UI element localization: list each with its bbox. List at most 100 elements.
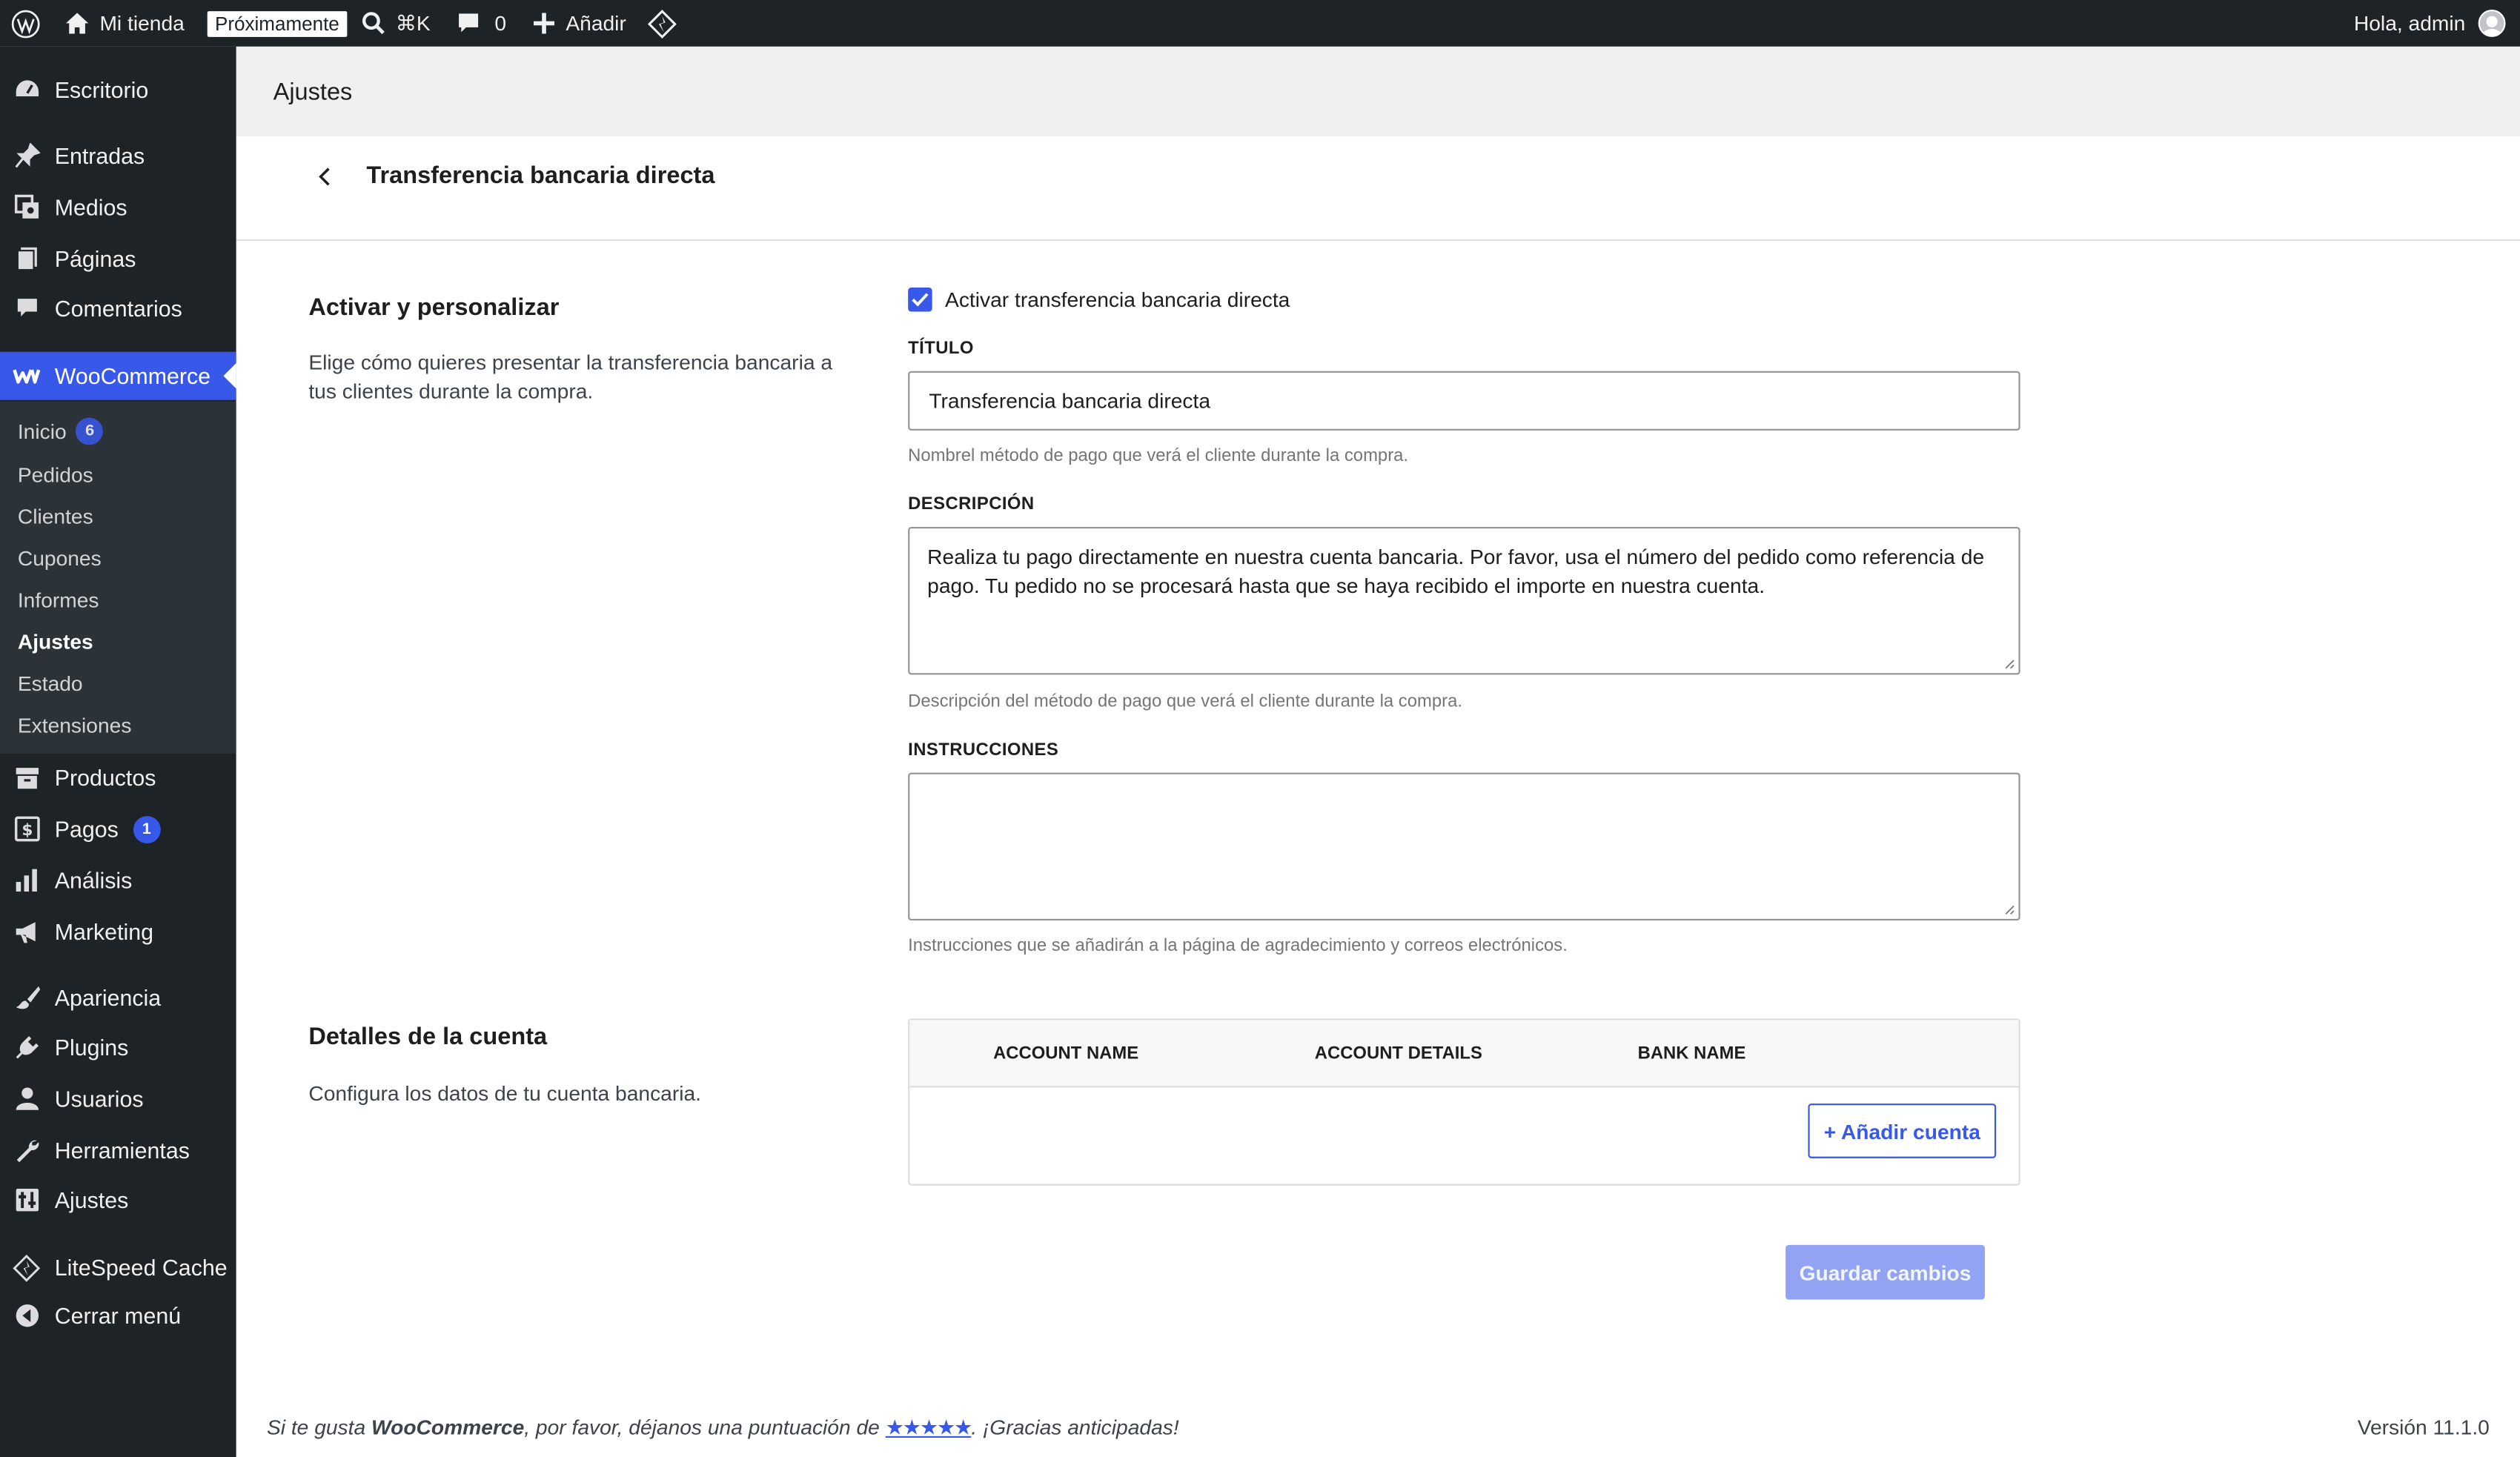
menu-item-marketing[interactable]: Marketing <box>0 908 236 956</box>
menu-item-medios[interactable]: Medios <box>0 183 236 231</box>
menu-label: Escritorio <box>54 77 149 103</box>
footer-brand: WooCommerce <box>371 1415 525 1440</box>
menu-label: Medios <box>54 194 127 220</box>
rating-stars-link[interactable]: ★★★★★ <box>886 1415 973 1440</box>
menu-item-comentarios[interactable]: Comentarios <box>0 285 236 333</box>
menu-item-woocommerce[interactable]: WooCommerce <box>0 351 236 400</box>
greeting: Hola, admin <box>2353 11 2466 36</box>
menu-item-pagos[interactable]: $ Pagos 1 <box>0 805 236 853</box>
brush-icon <box>13 984 40 1012</box>
enable-checkbox[interactable] <box>908 288 932 312</box>
menu-label: Productos <box>54 764 156 791</box>
submenu-label: Clientes <box>17 504 93 529</box>
enable-checkbox-row[interactable]: Activar transferencia bancaria directa <box>908 288 1290 312</box>
submenu-item-inicio[interactable]: Inicio 6 <box>17 417 104 445</box>
submenu-label: Inicio <box>17 419 67 444</box>
avatar <box>2478 10 2506 37</box>
menu-item-usuarios[interactable]: Usuarios <box>0 1075 236 1123</box>
plus-icon <box>533 13 555 34</box>
description-field-label: DESCRIPCIÓN <box>908 494 1035 514</box>
submenu-item-pedidos[interactable]: Pedidos <box>18 462 93 487</box>
settings-main: Activar y personalizar Elige cómo quiere… <box>236 241 2520 1457</box>
submenu-item-extensiones[interactable]: Extensiones <box>18 713 132 737</box>
menu-item-ajustes[interactable]: Ajustes <box>0 1176 236 1224</box>
resize-handle-icon[interactable] <box>2004 659 2015 670</box>
section-description-account: Configura los datos de tu cuenta bancari… <box>308 1081 702 1106</box>
notification-badge: 1 <box>133 815 161 843</box>
chevron-left-icon <box>319 167 330 186</box>
menu-item-plugins[interactable]: Plugins <box>0 1023 236 1072</box>
submenu-item-ajustes[interactable]: Ajustes <box>18 630 93 654</box>
submenu-item-clientes[interactable]: Clientes <box>18 505 93 529</box>
submenu-label: Cupones <box>17 545 102 571</box>
menu-item-paginas[interactable]: Páginas <box>0 234 236 282</box>
wrench-icon <box>13 1137 40 1164</box>
account-details-table: ACCOUNT NAME ACCOUNT DETAILS BANK NAME +… <box>908 1018 2020 1186</box>
enable-checkbox-label: Activar transferencia bancaria directa <box>945 288 1290 312</box>
settings-subheader: Transferencia bancaria directa <box>236 136 2520 242</box>
instructions-textarea[interactable] <box>908 772 2020 921</box>
menu-item-litespeed-cache[interactable]: LiteSpeed Cache <box>0 1244 236 1292</box>
menu-label: Usuarios <box>54 1086 144 1112</box>
megaphone-icon <box>13 918 40 946</box>
table-header: ACCOUNT NAME ACCOUNT DETAILS BANK NAME <box>909 1020 2019 1088</box>
my-account-menu[interactable]: Hola, admin <box>2354 0 2520 47</box>
menu-label: Pagos <box>54 816 119 842</box>
coming-soon-badge[interactable]: Próximamente <box>207 10 348 36</box>
section-title-enable: Activar y personalizar <box>308 293 560 322</box>
command-search[interactable]: ⌘K <box>362 0 431 47</box>
menu-label: Apariencia <box>54 984 162 1011</box>
title-help-text: Nombrel método de pago que verá el clien… <box>908 446 1409 466</box>
pin-icon <box>13 142 40 170</box>
menu-label: Ajustes <box>54 1186 129 1213</box>
submenu-label: Estado <box>17 671 83 696</box>
menu-label: Marketing <box>54 918 154 945</box>
back-button[interactable] <box>314 161 336 193</box>
submenu-item-cupones[interactable]: Cupones <box>18 546 102 571</box>
menu-item-apariencia[interactable]: Apariencia <box>0 974 236 1022</box>
litespeed-toolbar-icon[interactable] <box>647 0 677 47</box>
litespeed-icon <box>13 1253 41 1281</box>
settings-icon <box>13 1186 40 1214</box>
woocommerce-icon <box>13 362 41 390</box>
admin-sidebar: Escritorio Entradas Medios Páginas Comen… <box>0 46 236 1457</box>
add-account-button[interactable]: + Añadir cuenta <box>1808 1103 1997 1158</box>
collapse-menu-button[interactable]: Cerrar menú <box>0 1292 236 1340</box>
menu-label: Plugins <box>54 1034 129 1061</box>
users-icon <box>13 1085 40 1112</box>
pages-icon <box>13 245 40 273</box>
dashboard-icon <box>13 76 40 104</box>
column-header-account-details: ACCOUNT DETAILS <box>1314 1043 1482 1063</box>
menu-item-escritorio[interactable]: Escritorio <box>0 66 236 114</box>
comments-link[interactable]: 0 <box>456 0 506 47</box>
plugin-icon <box>13 1034 40 1061</box>
submenu-label: Ajustes <box>17 629 93 654</box>
menu-item-productos[interactable]: Productos <box>0 754 236 802</box>
submenu-label: Informes <box>17 588 99 612</box>
menu-item-herramientas[interactable]: Herramientas <box>0 1126 236 1174</box>
add-new-label: Añadir <box>566 11 626 36</box>
description-textarea[interactable]: Realiza tu pago directamente en nuestra … <box>908 526 2020 675</box>
search-shortcut: ⌘K <box>395 10 431 35</box>
wordpress-logo-icon[interactable] <box>0 0 50 47</box>
page-header: Ajustes <box>236 46 2520 137</box>
menu-label: WooCommerce <box>54 362 211 389</box>
section-title-account: Detalles de la cuenta <box>308 1023 548 1051</box>
submenu-item-estado[interactable]: Estado <box>18 671 83 696</box>
title-field-label: TÍTULO <box>908 339 974 359</box>
resize-handle-icon[interactable] <box>2004 904 2015 915</box>
add-new-menu[interactable]: Añadir <box>533 0 626 47</box>
collapse-icon <box>13 1302 40 1330</box>
footer-rating-text: Si te gusta WooCommerce, por favor, déja… <box>267 1415 1179 1441</box>
save-changes-button[interactable]: Guardar cambios <box>1785 1244 1985 1300</box>
title-input[interactable]: Transferencia bancaria directa <box>908 371 2020 431</box>
submenu-item-informes[interactable]: Informes <box>18 588 99 612</box>
home-icon <box>65 13 89 34</box>
admin-bar: Mi tienda Próximamente ⌘K 0 Añadir Hola,… <box>0 0 2520 47</box>
submenu-label: Extensiones <box>17 713 132 737</box>
menu-label: LiteSpeed Cache <box>54 1254 228 1281</box>
menu-item-entradas[interactable]: Entradas <box>0 132 236 180</box>
menu-item-analisis[interactable]: Análisis <box>0 856 236 904</box>
footer-suffix: . ¡Gracias anticipadas! <box>971 1415 1179 1440</box>
site-name-link[interactable]: Mi tienda Próximamente <box>50 0 348 47</box>
